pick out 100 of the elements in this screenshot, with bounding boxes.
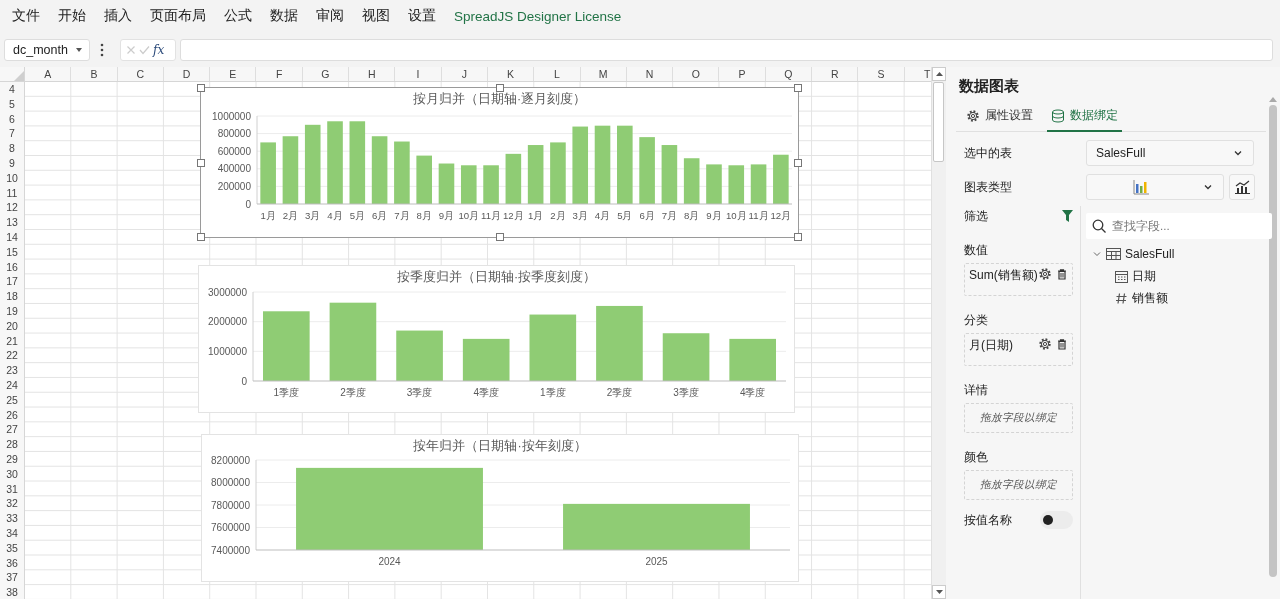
column-header[interactable]: B	[71, 67, 118, 81]
table-dropdown[interactable]: SalesFull	[1086, 140, 1254, 166]
more-options-icon[interactable]	[100, 42, 104, 57]
row-header[interactable]: 35	[0, 540, 24, 556]
column-header[interactable]: I	[395, 67, 442, 81]
column-header[interactable]: H	[349, 67, 396, 81]
scrollbar-thumb[interactable]	[1269, 105, 1277, 577]
row-header[interactable]: 7	[0, 126, 24, 142]
row-header[interactable]: 11	[0, 185, 24, 201]
row-header[interactable]: 16	[0, 259, 24, 275]
column-header[interactable]: M	[580, 67, 627, 81]
row-header[interactable]: 30	[0, 466, 24, 482]
row-header[interactable]: 25	[0, 392, 24, 408]
menu-item[interactable]: 页面布局	[141, 7, 215, 25]
menu-item[interactable]: 数据	[261, 7, 307, 25]
resize-handle[interactable]	[794, 158, 802, 167]
row-header[interactable]: 29	[0, 451, 24, 467]
row-header[interactable]: 8	[0, 141, 24, 156]
chart-card[interactable]: 按年归并（日期轴·按年刻度） 7400000 7600000 7800000 8000000 8200000 2024 2025	[201, 434, 799, 582]
menu-item[interactable]: 设置	[399, 7, 445, 25]
trash-icon[interactable]	[1056, 268, 1068, 280]
row-header[interactable]: 33	[0, 511, 24, 526]
row-header[interactable]: 14	[0, 229, 24, 245]
resize-handle[interactable]	[794, 233, 802, 241]
row-header[interactable]: 10	[0, 170, 24, 186]
resize-handle[interactable]	[794, 84, 802, 92]
drop-zone[interactable]: 拖放字段以绑定	[964, 470, 1073, 500]
toggle-switch[interactable]	[1040, 511, 1073, 529]
column-header[interactable]: F	[256, 67, 303, 81]
row-header[interactable]: 17	[0, 274, 24, 290]
row-header[interactable]: 24	[0, 377, 24, 393]
row-header[interactable]: 19	[0, 303, 24, 319]
panel-tab[interactable]: 属性设置	[962, 104, 1037, 132]
column-header[interactable]: D	[163, 67, 211, 81]
row-header[interactable]: 37	[0, 570, 24, 586]
resize-handle[interactable]	[495, 84, 504, 92]
column-header[interactable]: P	[719, 67, 766, 81]
filter-icon[interactable]	[1062, 210, 1073, 222]
field-search[interactable]: 查找字段...	[1086, 213, 1272, 239]
menu-item[interactable]: 插入	[95, 7, 141, 25]
column-header[interactable]: Q	[765, 67, 813, 81]
scrollbar-thumb[interactable]	[933, 82, 944, 162]
settings-icon[interactable]	[1038, 267, 1052, 281]
column-header[interactable]: A	[25, 67, 72, 81]
insert-function-button[interactable]: fx	[153, 42, 165, 57]
column-header[interactable]: S	[858, 67, 905, 81]
menu-item[interactable]: 审阅	[307, 7, 353, 25]
menu-item[interactable]: 开始	[49, 7, 95, 25]
column-header[interactable]: J	[441, 67, 488, 81]
resize-handle[interactable]	[197, 158, 205, 167]
row-header[interactable]: 36	[0, 555, 24, 571]
trash-icon[interactable]	[1056, 338, 1068, 350]
row-header[interactable]: 26	[0, 407, 24, 423]
column-header[interactable]: C	[117, 67, 164, 81]
row-header[interactable]: 28	[0, 437, 24, 452]
row-header[interactable]: 15	[0, 244, 24, 260]
column-header[interactable]: G	[302, 67, 350, 81]
license-link[interactable]: SpreadJS Designer License	[445, 8, 631, 24]
panel-tab[interactable]: 数据绑定	[1047, 104, 1122, 132]
resize-handle[interactable]	[495, 233, 504, 241]
row-header[interactable]: 34	[0, 525, 24, 541]
row-header[interactable]: 31	[0, 481, 24, 497]
bound-field[interactable]: 月(日期)	[964, 333, 1073, 366]
row-header[interactable]: 18	[0, 289, 24, 304]
column-header[interactable]: K	[487, 67, 535, 81]
menu-item[interactable]: 公式	[215, 7, 261, 25]
row-header[interactable]: 6	[0, 111, 24, 127]
column-header[interactable]: N	[626, 67, 674, 81]
column-header[interactable]: L	[534, 67, 581, 81]
row-header[interactable]: 20	[0, 318, 24, 334]
resize-handle[interactable]	[197, 233, 205, 241]
tree-item[interactable]: SalesFull	[1125, 247, 1175, 261]
scroll-down-button[interactable]	[932, 585, 946, 599]
row-header[interactable]: 22	[0, 348, 24, 364]
row-header[interactable]: 27	[0, 422, 24, 438]
row-header[interactable]: 13	[0, 215, 24, 230]
settings-icon[interactable]	[1038, 337, 1052, 351]
menu-item[interactable]: 视图	[353, 7, 399, 25]
column-header[interactable]: E	[210, 67, 257, 81]
tree-item[interactable]: 销售额	[1132, 289, 1168, 307]
row-header[interactable]: 9	[0, 156, 24, 171]
row-header[interactable]: 12	[0, 200, 24, 216]
formula-input[interactable]	[180, 38, 1273, 61]
chart-card[interactable]: 按月归并（日期轴·逐月刻度） 0 200000 400000 600000 800000 1000000 1月 2月 3月 4月 5月 6月 7月 8月 9月 10月 11月 12月 1月 2月 3月 4月 5月 6月 7月 8月 9月 10月 11月 12月	[200, 87, 799, 238]
row-header[interactable]: 23	[0, 363, 24, 378]
menu-item[interactable]: 文件	[3, 7, 49, 25]
bound-field[interactable]: Sum(销售额)	[964, 263, 1073, 296]
tree-item[interactable]: 日期	[1132, 267, 1156, 285]
column-header[interactable]: O	[673, 67, 720, 81]
row-header[interactable]: 38	[0, 585, 24, 599]
scroll-up-button[interactable]	[932, 67, 946, 81]
chart-options-button[interactable]	[1229, 174, 1255, 200]
column-header[interactable]: R	[812, 67, 859, 81]
drop-zone[interactable]: 拖放字段以绑定	[964, 403, 1073, 433]
row-header[interactable]: 4	[0, 82, 24, 97]
row-header[interactable]: 5	[0, 96, 24, 112]
name-box[interactable]: dc_month	[4, 38, 90, 61]
row-header[interactable]: 32	[0, 496, 24, 512]
resize-handle[interactable]	[197, 84, 205, 92]
chart-card[interactable]: 按季度归并（日期轴·按季度刻度） 0 1000000 2000000 3000000 1季度 2季度 3季度 4季度 1季度 2季度 3季度 4季度	[198, 265, 795, 413]
